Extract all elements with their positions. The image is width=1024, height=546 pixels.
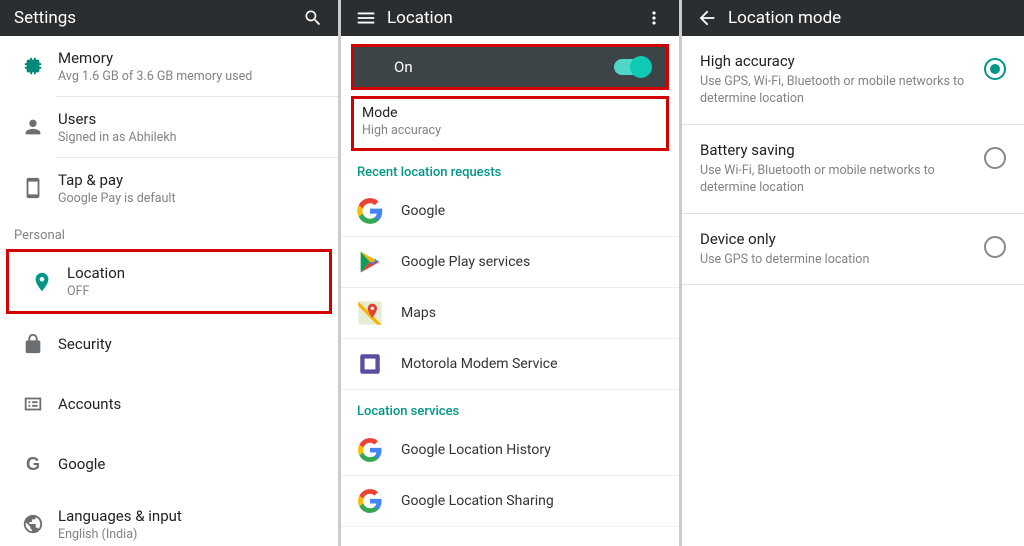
app-label: Maps bbox=[401, 305, 436, 321]
google-icon: G bbox=[14, 454, 52, 475]
settings-item-sub: OFF bbox=[67, 284, 315, 299]
appbar-location: Location bbox=[341, 0, 679, 36]
app-label: Google bbox=[401, 203, 445, 219]
modem-icon bbox=[355, 349, 385, 379]
radio-unchecked-icon[interactable] bbox=[984, 236, 1006, 258]
location-pin-icon bbox=[23, 271, 61, 293]
more-vert-icon[interactable] bbox=[643, 7, 665, 29]
option-label: High accuracy bbox=[700, 52, 972, 70]
recent-app-motorola-modem[interactable]: Motorola Modem Service bbox=[341, 339, 679, 390]
google-g-icon bbox=[355, 435, 385, 465]
settings-item-accounts[interactable]: Accounts bbox=[0, 374, 338, 434]
mode-sub: High accuracy bbox=[362, 123, 658, 138]
tap-pay-icon bbox=[14, 177, 52, 199]
option-sub: Use GPS to determine location bbox=[700, 252, 972, 269]
radio-unchecked-icon[interactable] bbox=[984, 147, 1006, 169]
menu-icon[interactable] bbox=[355, 7, 377, 29]
settings-item-users[interactable]: Users Signed in as Abhilekh bbox=[0, 97, 338, 157]
settings-item-sub: Avg 1.6 GB of 3.6 GB memory used bbox=[58, 69, 324, 84]
settings-item-location[interactable]: Location OFF bbox=[6, 249, 332, 314]
radio-checked-icon[interactable] bbox=[984, 58, 1006, 80]
recent-app-maps[interactable]: Maps bbox=[341, 288, 679, 339]
settings-item-sub: Signed in as Abhilekh bbox=[58, 130, 324, 145]
appbar-title: Location mode bbox=[728, 8, 841, 28]
settings-item-tap-pay[interactable]: Tap & pay Google Pay is default bbox=[0, 158, 338, 218]
settings-item-label: Accounts bbox=[58, 395, 324, 413]
settings-item-label: Security bbox=[58, 335, 324, 353]
play-services-icon bbox=[355, 247, 385, 277]
settings-list: Memory Avg 1.6 GB of 3.6 GB memory used … bbox=[0, 36, 338, 546]
location-master-toggle[interactable]: On bbox=[351, 44, 669, 90]
appbar-title: Location bbox=[387, 8, 453, 28]
settings-item-sub: Google Pay is default bbox=[58, 191, 324, 206]
recent-app-google[interactable]: Google bbox=[341, 186, 679, 237]
mode-option-device-only[interactable]: Device only Use GPS to determine locatio… bbox=[682, 214, 1024, 286]
appbar-location-mode: Location mode bbox=[682, 0, 1024, 36]
app-label: Google Play services bbox=[401, 254, 530, 270]
mode-option-high-accuracy[interactable]: High accuracy Use GPS, Wi-Fi, Bluetooth … bbox=[682, 36, 1024, 125]
settings-item-label: Users bbox=[58, 110, 324, 128]
settings-item-google[interactable]: G Google bbox=[0, 434, 338, 494]
back-arrow-icon[interactable] bbox=[696, 7, 718, 29]
search-icon[interactable] bbox=[302, 7, 324, 29]
settings-item-label: Google bbox=[58, 455, 324, 473]
switch-on-icon[interactable] bbox=[614, 59, 650, 75]
lock-icon bbox=[14, 333, 52, 355]
section-personal: Personal bbox=[0, 218, 338, 249]
mode-option-battery-saving[interactable]: Battery saving Use Wi-Fi, Bluetooth or m… bbox=[682, 125, 1024, 214]
recent-app-play-services[interactable]: Google Play services bbox=[341, 237, 679, 288]
option-label: Device only bbox=[700, 230, 972, 248]
recent-requests-header: Recent location requests bbox=[341, 151, 679, 186]
service-label: Google Location Sharing bbox=[401, 493, 554, 509]
service-location-sharing[interactable]: Google Location Sharing bbox=[341, 476, 679, 527]
settings-item-label: Tap & pay bbox=[58, 171, 324, 189]
mode-label: Mode bbox=[362, 105, 658, 121]
option-sub: Use Wi-Fi, Bluetooth or mobile networks … bbox=[700, 163, 972, 197]
settings-item-memory[interactable]: Memory Avg 1.6 GB of 3.6 GB memory used bbox=[0, 36, 338, 96]
user-icon bbox=[14, 116, 52, 138]
mode-options-list: High accuracy Use GPS, Wi-Fi, Bluetooth … bbox=[682, 36, 1024, 546]
appbar-title: Settings bbox=[14, 8, 76, 28]
google-g-icon bbox=[355, 196, 385, 226]
settings-item-languages[interactable]: Languages & input English (India) bbox=[0, 494, 338, 546]
option-sub: Use GPS, Wi-Fi, Bluetooth or mobile netw… bbox=[700, 74, 972, 108]
settings-item-label: Memory bbox=[58, 49, 324, 67]
service-location-history[interactable]: Google Location History bbox=[341, 425, 679, 476]
settings-item-security[interactable]: Security bbox=[0, 314, 338, 374]
globe-icon bbox=[14, 513, 52, 535]
location-mode-item[interactable]: Mode High accuracy bbox=[351, 96, 669, 151]
location-services-header: Location services bbox=[341, 390, 679, 425]
maps-icon bbox=[355, 298, 385, 328]
accounts-icon bbox=[14, 393, 52, 415]
app-label: Motorola Modem Service bbox=[401, 356, 558, 372]
memory-icon bbox=[14, 55, 52, 77]
settings-panel: Settings Memory Avg 1.6 GB of 3.6 GB mem… bbox=[0, 0, 341, 546]
location-list: On Mode High accuracy Recent location re… bbox=[341, 36, 679, 546]
settings-item-label: Languages & input bbox=[58, 507, 324, 525]
service-label: Google Location History bbox=[401, 442, 551, 458]
option-label: Battery saving bbox=[700, 141, 972, 159]
settings-item-sub: English (India) bbox=[58, 527, 324, 542]
toggle-label: On bbox=[394, 58, 413, 76]
location-panel: Location On Mode High accuracy Recent lo… bbox=[341, 0, 682, 546]
location-mode-panel: Location mode High accuracy Use GPS, Wi-… bbox=[682, 0, 1024, 546]
google-g-icon bbox=[355, 486, 385, 516]
appbar-settings: Settings bbox=[0, 0, 338, 36]
settings-item-label: Location bbox=[67, 264, 315, 282]
